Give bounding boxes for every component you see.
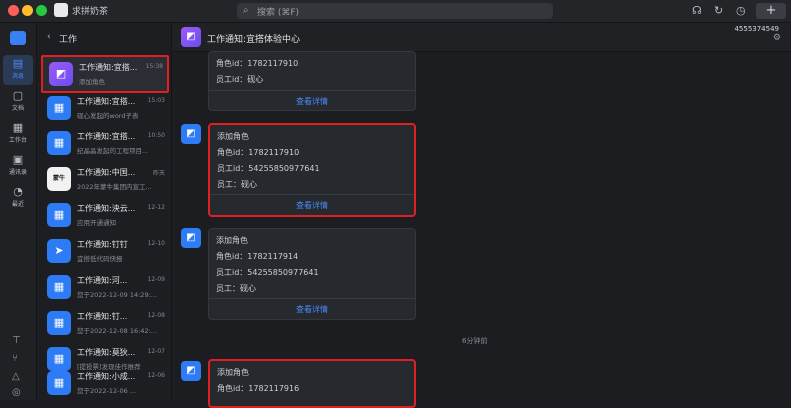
avatar: ◩ xyxy=(49,62,73,86)
search-placeholder: 搜索 (⌘F) xyxy=(257,8,300,18)
list-item[interactable]: ▦ 工作通知:宜搭... 15:03 砚心发起的word子表 xyxy=(41,91,169,125)
rail-item-messages[interactable]: ▤ 消息 xyxy=(3,55,33,85)
conversation-list: ‹ 工作 ◩ 工作通知:宜搭... 15:38 添加角色 ▦ 工作通知:宜搭..… xyxy=(37,23,172,400)
grid-icon: ▦ xyxy=(53,136,65,149)
search-input[interactable]: ⌕ 搜索 (⌘F) xyxy=(237,3,553,19)
id-badge: 4555374549 xyxy=(734,25,779,33)
grid-icon: ▦ xyxy=(12,121,24,134)
list-item[interactable]: ◩ 工作通知:宜搭... 15:38 添加角色 xyxy=(41,55,169,93)
chat-area: ◩ 工作通知:宜搭体验中心 4555374549 ⚙ 角色id：17821179… xyxy=(172,23,791,408)
yida-icon: ◩ xyxy=(181,361,201,381)
message-card: 添加角色 角色id：1782117910 员工id：54255850977641… xyxy=(208,123,416,217)
chat-icon: ▤ xyxy=(12,57,24,70)
refresh-icon[interactable]: ↻ xyxy=(714,4,723,17)
time-separator: 6分钟前 xyxy=(462,337,488,345)
close-window-button[interactable] xyxy=(8,5,19,16)
list-item[interactable]: ➤ 工作通知:钉钉 12-10 宜搭低代码快报 xyxy=(41,234,169,268)
list-item[interactable]: ▦ 工作通知:钉... 12-08 您于2022-12-08 16:42:... xyxy=(41,306,169,340)
search-icon: ⌕ xyxy=(243,5,249,16)
message-card: 添加角色 角色id：1782117914 员工id：54255850977641… xyxy=(208,228,416,320)
grid-icon: ▦ xyxy=(53,376,65,389)
avatar: ▦ xyxy=(47,131,71,155)
list-item[interactable]: ▦ 工作通知:河... 12-09 您于2022-12-09 14:29:... xyxy=(41,270,169,304)
avatar: ➤ xyxy=(47,239,71,263)
more-icon[interactable]: ◎ xyxy=(12,387,21,398)
plus-button[interactable]: + xyxy=(756,3,786,19)
mengniu-logo-icon: 蒙牛 xyxy=(47,167,71,191)
grid-icon: ▦ xyxy=(53,352,65,365)
yida-icon: ◩ xyxy=(55,67,67,80)
grid-icon: ▦ xyxy=(53,280,65,293)
pin-icon[interactable]: ⊤ xyxy=(12,335,21,346)
avatar: ▦ xyxy=(47,203,71,227)
view-details-link[interactable]: 查看详情 xyxy=(209,304,415,315)
message-card: 角色id：1782117910 员工id：砚心 查看详情 xyxy=(208,51,416,111)
nav-rail: ▤ 消息 ▢ 文档 ▦ 工作台 ▣ 通讯录 ◔ 最近 ⊤ ⑂ △ ◎ xyxy=(0,23,37,400)
dingtalk-logo-icon xyxy=(10,31,26,45)
list-item[interactable]: ▦ 工作通知:小成... 12-06 您于2022-12-06 ... xyxy=(41,366,169,400)
zoom-window-button[interactable] xyxy=(36,5,47,16)
window-title: 求拼奶茶 xyxy=(72,7,109,17)
minimize-window-button[interactable] xyxy=(22,5,33,16)
gear-icon[interactable]: ⚙ xyxy=(773,33,781,43)
list-item[interactable]: 蒙牛 工作通知:中国... 昨天 2022年蒙牛集团内宣工... xyxy=(41,162,169,196)
doc-icon: ▢ xyxy=(12,89,24,102)
rail-item-workbench[interactable]: ▦ 工作台 xyxy=(3,119,33,149)
avatar: ▦ xyxy=(47,96,71,120)
yida-icon: ◩ xyxy=(181,124,201,144)
back-button[interactable]: ‹ xyxy=(47,32,51,42)
contacts-icon: ▣ xyxy=(12,153,24,166)
view-details-link[interactable]: 查看详情 xyxy=(209,96,415,107)
yida-icon: ◩ xyxy=(181,228,201,248)
grid-icon: ▦ xyxy=(53,208,65,221)
rail-item-recent[interactable]: ◔ 最近 xyxy=(3,183,33,213)
connect-icon[interactable]: ⑂ xyxy=(12,353,18,364)
avatar: ▦ xyxy=(47,275,71,299)
rail-item-docs[interactable]: ▢ 文档 xyxy=(3,87,33,117)
yida-icon: ◩ xyxy=(181,27,201,47)
chat-title: 工作通知:宜搭体验中心 xyxy=(207,35,301,45)
dingtalk-icon: ➤ xyxy=(54,244,64,257)
chat-header: ◩ 工作通知:宜搭体验中心 4555374549 ⚙ xyxy=(172,23,791,52)
app-icon xyxy=(54,3,68,17)
grid-icon: ▦ xyxy=(53,316,65,329)
message-card: 添加角色 角色id：1782117916 xyxy=(208,359,416,408)
list-item[interactable]: ▦ 工作通知:宜搭... 10:50 纪晶晶发起的工程项目... xyxy=(41,126,169,160)
list-header: ‹ 工作 xyxy=(37,23,171,51)
title-bar: 求拼奶茶 ⌕ 搜索 (⌘F) ☊ ↻ ◷ + xyxy=(0,0,791,23)
history-icon[interactable]: ◷ xyxy=(736,4,746,17)
list-title: 工作 xyxy=(59,35,78,45)
rail-item-contacts[interactable]: ▣ 通讯录 xyxy=(3,151,33,181)
list-item[interactable]: ▦ 工作通知:泱云... 12-12 应用开通通知 xyxy=(41,198,169,232)
view-details-link[interactable]: 查看详情 xyxy=(210,200,414,211)
grid-icon: ▦ xyxy=(53,101,65,114)
headset-icon[interactable]: ☊ xyxy=(692,4,702,17)
recent-icon: ◔ xyxy=(13,185,23,198)
warning-icon[interactable]: △ xyxy=(12,371,20,382)
avatar: ▦ xyxy=(47,311,71,335)
avatar: ▦ xyxy=(47,371,71,395)
